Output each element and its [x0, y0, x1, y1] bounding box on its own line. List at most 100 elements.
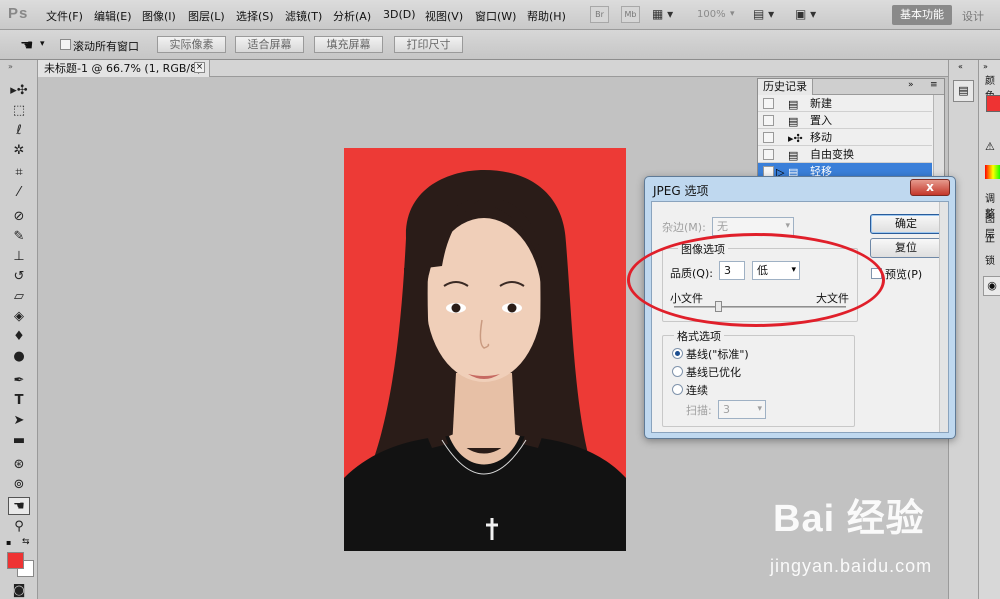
portrait-photo[interactable]: [344, 148, 626, 551]
workspace-design-button[interactable]: 设计: [962, 8, 984, 24]
screen-mode-icon[interactable]: ▣ ▾: [795, 7, 816, 21]
zoom-tool-icon[interactable]: ⚲: [8, 518, 30, 536]
pen-tool-icon[interactable]: ✒: [8, 372, 30, 390]
mini-bridge-button[interactable]: Mb: [621, 6, 640, 23]
crop-tool-icon[interactable]: ⌗: [8, 164, 30, 182]
dialog-close-button[interactable]: x: [910, 179, 950, 196]
arrange-documents-icon[interactable]: ▤ ▾: [753, 7, 774, 21]
default-colors-icon[interactable]: ▪: [6, 538, 11, 547]
menu-3d[interactable]: 3D(D): [383, 8, 416, 21]
menu-analysis[interactable]: 分析(A): [333, 8, 371, 24]
zoom-level[interactable]: 100%: [697, 9, 726, 20]
eraser-tool-icon[interactable]: ▱: [8, 288, 30, 306]
menu-bar: Ps 文件(F) 编辑(E) 图像(I) 图层(L) 选择(S) 滤镜(T) 分…: [0, 0, 1000, 30]
collapse-toolbar-icon[interactable]: »: [8, 62, 13, 71]
3d-rotate-tool-icon[interactable]: ⊛: [8, 456, 30, 474]
dodge-tool-icon[interactable]: ●: [8, 348, 30, 366]
healing-brush-tool-icon[interactable]: ⊘: [8, 208, 30, 226]
hand-tool-icon[interactable]: ☚: [20, 36, 33, 54]
menu-layer[interactable]: 图层(L): [188, 8, 225, 24]
matte-select-value: 无: [717, 220, 728, 233]
collapse-panels-icon[interactable]: »: [983, 62, 988, 71]
history-item[interactable]: ▤ 自由变换: [758, 146, 932, 163]
swap-colors-icon[interactable]: ⇆: [22, 537, 30, 547]
highlight-ellipse: [627, 233, 885, 327]
path-selection-tool-icon[interactable]: ➤: [8, 412, 30, 430]
document-icon: ▤: [788, 115, 799, 128]
menu-view[interactable]: 视图(V): [425, 8, 463, 24]
document-tab[interactable]: 未标题-1 @ 66.7% (1, RGB/8) * ×: [38, 60, 210, 92]
history-item[interactable]: ▤ 置入: [758, 112, 932, 129]
print-size-button[interactable]: 打印尺寸: [394, 36, 463, 53]
actual-pixels-button[interactable]: 实际像素: [157, 36, 226, 53]
panel-menu-icon[interactable]: ≡: [930, 80, 938, 90]
workspace-essentials-button[interactable]: 基本功能: [892, 5, 952, 25]
blend-mode-select[interactable]: 正: [985, 230, 995, 245]
scans-select[interactable]: 3 ▾: [718, 400, 766, 419]
fill-screen-button[interactable]: 填充屏幕: [314, 36, 383, 53]
clone-stamp-tool-icon[interactable]: ⊥: [8, 248, 30, 266]
scans-label: 扫描:: [686, 404, 712, 417]
tools-panel: » ▸✣ ⬚ ℓ ✲ ⌗ ⁄ ⊘ ✎ ⊥ ↺ ▱ ◈ ♦ ● ✒ T ➤ ▬ ⊛…: [0, 60, 38, 599]
menu-window[interactable]: 窗口(W): [475, 8, 516, 24]
hand-tool-icon[interactable]: ☚: [8, 497, 30, 515]
zoom-dropdown-icon[interactable]: ▾: [730, 9, 735, 19]
format-progressive-label: 连续: [686, 384, 708, 397]
blur-tool-icon[interactable]: ♦: [8, 328, 30, 346]
chevron-down-icon: ▾: [785, 221, 790, 231]
view-extras-icon[interactable]: ▦ ▾: [652, 7, 673, 21]
history-item-label: 置入: [810, 114, 832, 127]
menu-image[interactable]: 图像(I): [142, 8, 176, 24]
brush-tool-icon[interactable]: ✎: [8, 228, 30, 246]
shape-tool-icon[interactable]: ▬: [8, 432, 30, 450]
marquee-tool-icon[interactable]: ⬚: [8, 102, 30, 120]
format-baseline-radio[interactable]: [672, 348, 683, 359]
history-item[interactable]: ▸✣ 移动: [758, 129, 932, 146]
eyedropper-tool-icon[interactable]: ⁄: [8, 184, 30, 202]
warning-icon: ⚠: [985, 140, 995, 153]
tool-preset-dropdown-icon[interactable]: ▾: [40, 39, 45, 49]
layer-visibility-eye-icon[interactable]: ◉: [983, 276, 1000, 296]
type-tool-icon[interactable]: T: [8, 392, 30, 410]
expand-panels-icon[interactable]: «: [958, 62, 963, 71]
foreground-color-swatch[interactable]: [7, 552, 24, 569]
scans-select-value: 3: [723, 403, 730, 416]
fit-screen-button[interactable]: 适合屏幕: [235, 36, 304, 53]
history-snapshot-checkbox[interactable]: [763, 98, 774, 109]
watermark-logo-text: Bai 经验: [773, 498, 925, 540]
history-brush-tool-icon[interactable]: ↺: [8, 268, 30, 286]
menu-filter[interactable]: 滤镜(T): [285, 8, 322, 24]
reset-button[interactable]: 复位: [870, 238, 942, 258]
ok-button[interactable]: 确定: [870, 214, 942, 234]
format-progressive-radio[interactable]: [672, 384, 683, 395]
dialog-scrollbar[interactable]: [939, 202, 948, 432]
quick-select-tool-icon[interactable]: ✲: [8, 142, 30, 160]
menu-file[interactable]: 文件(F): [46, 8, 83, 24]
history-tab[interactable]: 历史记录: [758, 79, 813, 95]
collapse-panel-icon[interactable]: »: [908, 80, 914, 90]
bridge-button[interactable]: Br: [590, 6, 609, 23]
menu-help[interactable]: 帮助(H): [527, 8, 566, 24]
color-panel-swatch[interactable]: [986, 95, 1000, 112]
document-icon: ▤: [788, 98, 799, 111]
paint-bucket-tool-icon[interactable]: ◈: [8, 308, 30, 326]
scroll-all-windows-checkbox[interactable]: [60, 39, 71, 50]
format-baseline-optimized-label: 基线已优化: [686, 366, 741, 379]
history-item[interactable]: ▤ 新建: [758, 95, 932, 112]
history-snapshot-checkbox[interactable]: [763, 115, 774, 126]
format-baseline-optimized-radio[interactable]: [672, 366, 683, 377]
3d-orbit-tool-icon[interactable]: ⊚: [8, 476, 30, 494]
history-panel-icon[interactable]: ▤: [953, 80, 974, 102]
lock-label: 锁: [985, 256, 995, 267]
format-options-title: 格式选项: [674, 328, 724, 344]
lasso-tool-icon[interactable]: ℓ: [8, 122, 30, 140]
quick-mask-icon[interactable]: ◙: [8, 582, 30, 599]
menu-select[interactable]: 选择(S): [236, 8, 274, 24]
menu-edit[interactable]: 编辑(E): [94, 8, 132, 24]
close-document-icon[interactable]: ×: [194, 62, 205, 73]
history-snapshot-checkbox[interactable]: [763, 149, 774, 160]
move-tool-icon[interactable]: ▸✣: [8, 82, 30, 100]
history-scrollbar[interactable]: [933, 95, 944, 177]
color-ramp[interactable]: [985, 165, 1000, 179]
history-snapshot-checkbox[interactable]: [763, 132, 774, 143]
